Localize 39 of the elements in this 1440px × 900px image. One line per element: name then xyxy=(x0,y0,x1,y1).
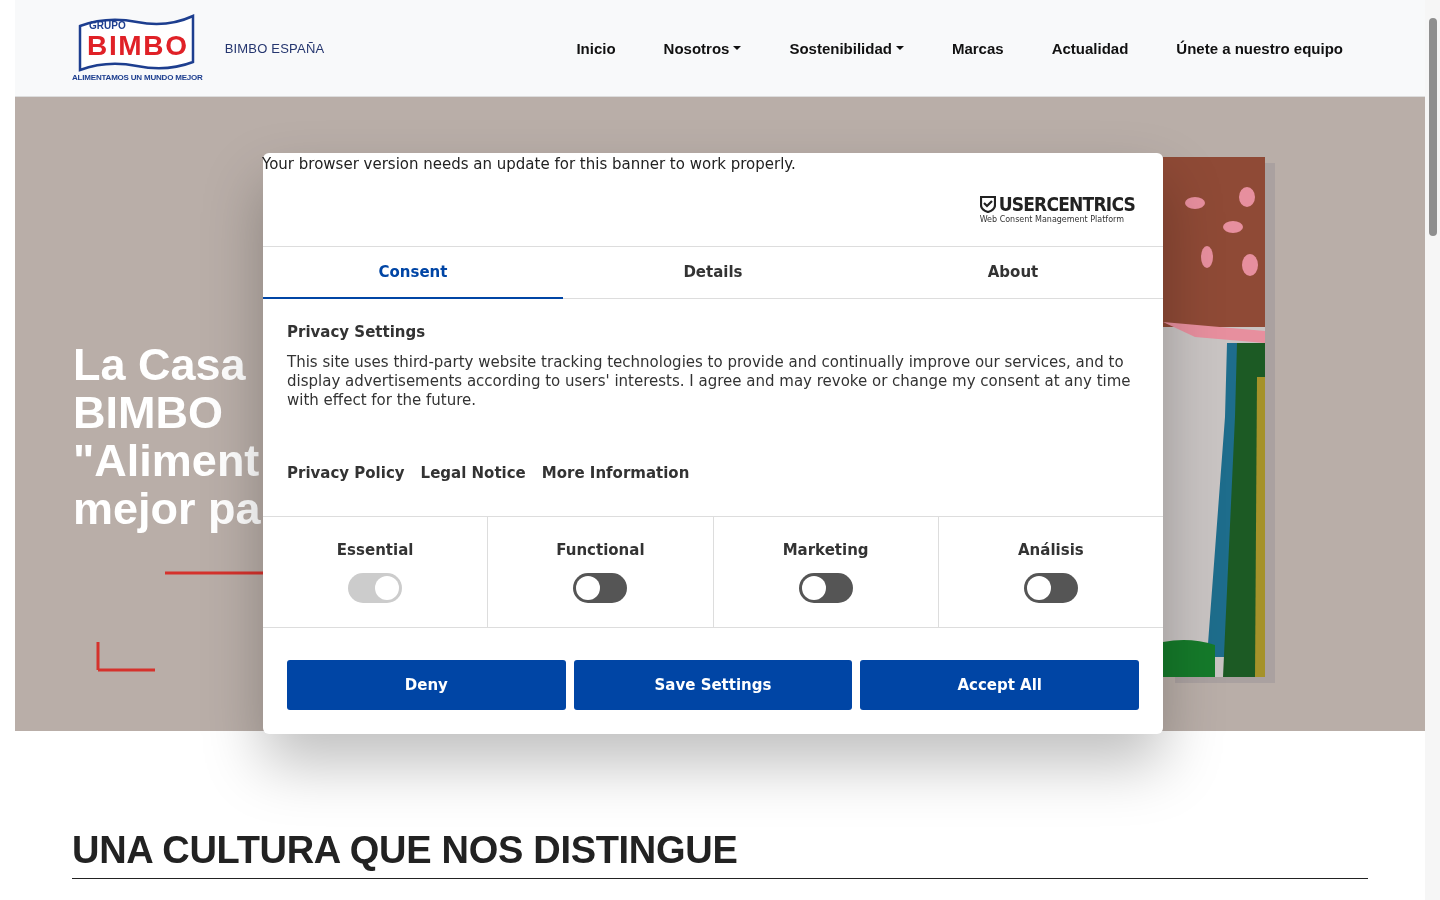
tab[interactable]: About xyxy=(863,247,1163,299)
nav-link[interactable]: Marcas xyxy=(951,39,1004,57)
hero-heading-line: La Casa xyxy=(73,341,246,389)
scrollbar-thumb[interactable] xyxy=(1428,18,1437,236)
nav-link[interactable]: Sostenibilidad xyxy=(789,39,904,57)
toggle-switch[interactable] xyxy=(573,573,628,603)
nav-link[interactable]: Únete a nuestro equipo xyxy=(1176,39,1343,57)
nav-link[interactable]: Actualidad xyxy=(1051,39,1129,57)
logo-tagline: ALIMENTAMOS UN MUNDO MEJOR xyxy=(72,73,203,82)
brand-name: USERCENTRICS xyxy=(998,193,1135,215)
action-button[interactable]: Save Settings xyxy=(573,660,853,710)
toggle-switch[interactable] xyxy=(798,573,853,603)
action-button[interactable]: Deny xyxy=(287,660,566,710)
hero-heading-line: "Aliment xyxy=(73,437,260,485)
tab[interactable]: Details xyxy=(563,247,863,299)
tab[interactable]: Consent xyxy=(263,247,563,299)
hero-heading-line: BIMBO xyxy=(73,389,223,437)
category-label: Marketing xyxy=(782,541,869,559)
nav-link[interactable]: Nosotros xyxy=(663,39,742,57)
privacy-text: This site uses third-party website tracking technologies to provide and continually improve our services, and to display advertisements according to users' interests. I agree and may revoke or change my consent at any time with effect for the future. xyxy=(287,353,1132,410)
privacy-title: Privacy Settings xyxy=(287,323,427,341)
category-label: Functional xyxy=(556,541,645,559)
toggle-switch[interactable] xyxy=(1023,573,1078,603)
section-heading: UNA CULTURA QUE NOS DISTINGUE xyxy=(72,829,1368,879)
shield-icon xyxy=(979,195,996,213)
update-notice: Your browser version needs an update for this banner to work properly. xyxy=(262,155,796,173)
hero-heading-line: mejor pa xyxy=(73,485,261,533)
site-name: BIMBO ESPAÑA xyxy=(224,40,325,56)
link[interactable]: Privacy Policy xyxy=(287,464,405,482)
category-label: Essential xyxy=(336,541,414,559)
action-button[interactable]: Accept All xyxy=(860,660,1139,710)
caret-icon xyxy=(895,46,904,50)
nav-link[interactable]: Inicio xyxy=(576,39,616,57)
scrollbar[interactable] xyxy=(1425,0,1440,900)
link[interactable]: More Information xyxy=(541,464,690,482)
category-label: Análisis xyxy=(1018,541,1084,559)
link[interactable]: Legal Notice xyxy=(420,464,526,482)
brand-tagline: Web Consent Management Platform xyxy=(979,215,1124,224)
caret-icon xyxy=(733,46,742,50)
